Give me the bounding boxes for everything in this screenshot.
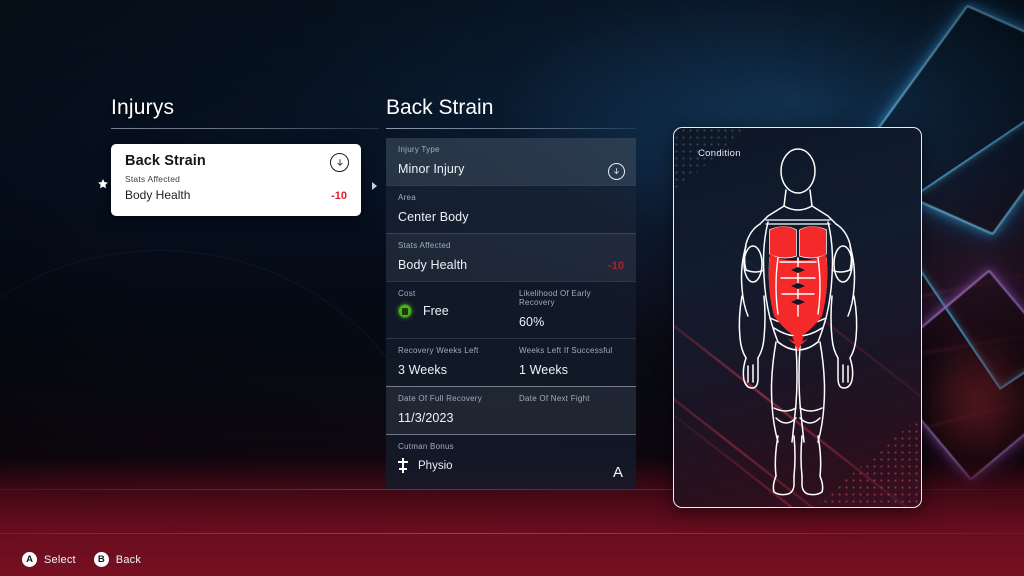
injury-list-item[interactable]: Back Strain Stats Affected Body Health -… xyxy=(98,144,377,216)
injury-name: Back Strain xyxy=(125,153,206,169)
page-title: Injurys xyxy=(111,96,175,119)
detail-row-dates[interactable]: Date Of Full Recovery 11/3/2023 Date Of … xyxy=(386,386,636,434)
likelihood-label: Likelihood Of Early Recovery xyxy=(519,289,591,307)
injured-region-center-body xyxy=(768,226,827,352)
cost-label: Cost xyxy=(398,289,416,298)
prompt-select-label: Select xyxy=(44,553,76,566)
detail-row-stats-affected[interactable]: Stats Affected Body Health -10 xyxy=(386,233,636,281)
recovery-weeks-column: Recovery Weeks Left 3 Weeks xyxy=(398,346,511,377)
down-arrow-circle-icon xyxy=(608,163,625,180)
stats-affected-label: Stats Affected xyxy=(398,241,451,250)
background-floor-line xyxy=(0,533,1024,534)
prompt-select[interactable]: A Select xyxy=(22,552,76,567)
physio-icon xyxy=(398,458,408,473)
likelihood-value: 60% xyxy=(519,315,545,329)
detail-title-divider xyxy=(386,128,636,129)
title-divider xyxy=(111,128,379,129)
weeks-if-successful-column: Weeks Left If Successful 1 Weeks xyxy=(511,346,624,377)
stat-name: Body Health xyxy=(125,188,191,202)
button-b-icon: B xyxy=(93,552,109,567)
area-value: Center Body xyxy=(398,210,469,224)
next-fight-label: Date Of Next Fight xyxy=(519,394,590,403)
detail-row-cutman-bonus[interactable]: Cutman Bonus Physio A xyxy=(386,434,636,489)
button-prompt-bar: A Select B Back xyxy=(22,552,141,567)
injury-type-value: Minor Injury xyxy=(398,162,465,176)
full-recovery-value: 11/3/2023 xyxy=(398,411,454,425)
stats-affected-value: Body Health xyxy=(398,258,468,272)
stats-affected-label: Stats Affected xyxy=(125,174,181,184)
coin-icon xyxy=(398,304,412,318)
recovery-weeks-value: 3 Weeks xyxy=(398,363,448,377)
cutman-value-row: Physio xyxy=(398,458,624,473)
body-figure xyxy=(738,148,857,496)
cost-column: Cost Free xyxy=(398,289,511,329)
star-icon xyxy=(98,179,108,189)
weeks-if-successful-value: 1 Weeks xyxy=(519,363,569,377)
area-label: Area xyxy=(398,193,416,202)
likelihood-column: Likelihood Of Early Recovery 60% xyxy=(511,289,624,329)
detail-row-cost[interactable]: Cost Free Likelihood Of Early Recovery 6… xyxy=(386,281,636,338)
prompt-back[interactable]: B Back xyxy=(93,552,142,567)
injury-list-panel: Injurys Back Strain Stats Affected Body … xyxy=(98,96,379,216)
recovery-weeks-label: Recovery Weeks Left xyxy=(398,346,479,355)
next-fight-column: Date Of Next Fight xyxy=(511,394,624,425)
cost-value-row: Free xyxy=(398,304,511,318)
detail-title: Back Strain xyxy=(386,96,494,119)
full-recovery-label: Date Of Full Recovery xyxy=(398,394,482,403)
detail-row-area[interactable]: Area Center Body xyxy=(386,185,636,233)
stats-affected-delta: -10 xyxy=(608,260,624,272)
chevron-right-icon xyxy=(372,182,377,190)
cutman-bonus-value: Physio xyxy=(418,459,453,472)
detail-rows: Injury Type Minor Injury Area Center Bod… xyxy=(386,138,636,489)
cost-value: Free xyxy=(423,304,449,318)
weeks-if-successful-label: Weeks Left If Successful xyxy=(519,346,613,355)
injury-stat-row: Body Health -10 xyxy=(125,188,347,202)
button-a-icon: A xyxy=(22,552,37,567)
detail-row-injury-type[interactable]: Injury Type Minor Injury xyxy=(386,138,636,185)
cutman-bonus-label: Cutman Bonus xyxy=(398,442,454,451)
prompt-back-label: Back xyxy=(115,553,142,566)
injury-detail-panel: Back Strain Injury Type Minor Injury Are… xyxy=(386,96,636,489)
full-recovery-column: Date Of Full Recovery 11/3/2023 xyxy=(398,394,511,425)
body-condition-panel: Condition xyxy=(673,127,922,508)
stat-value: -10 xyxy=(331,190,347,202)
detail-row-weeks[interactable]: Recovery Weeks Left 3 Weeks Weeks Left I… xyxy=(386,338,636,386)
cutman-action-button[interactable]: A xyxy=(613,464,623,481)
down-arrow-circle-icon xyxy=(330,153,349,172)
injury-type-label: Injury Type xyxy=(398,145,440,154)
